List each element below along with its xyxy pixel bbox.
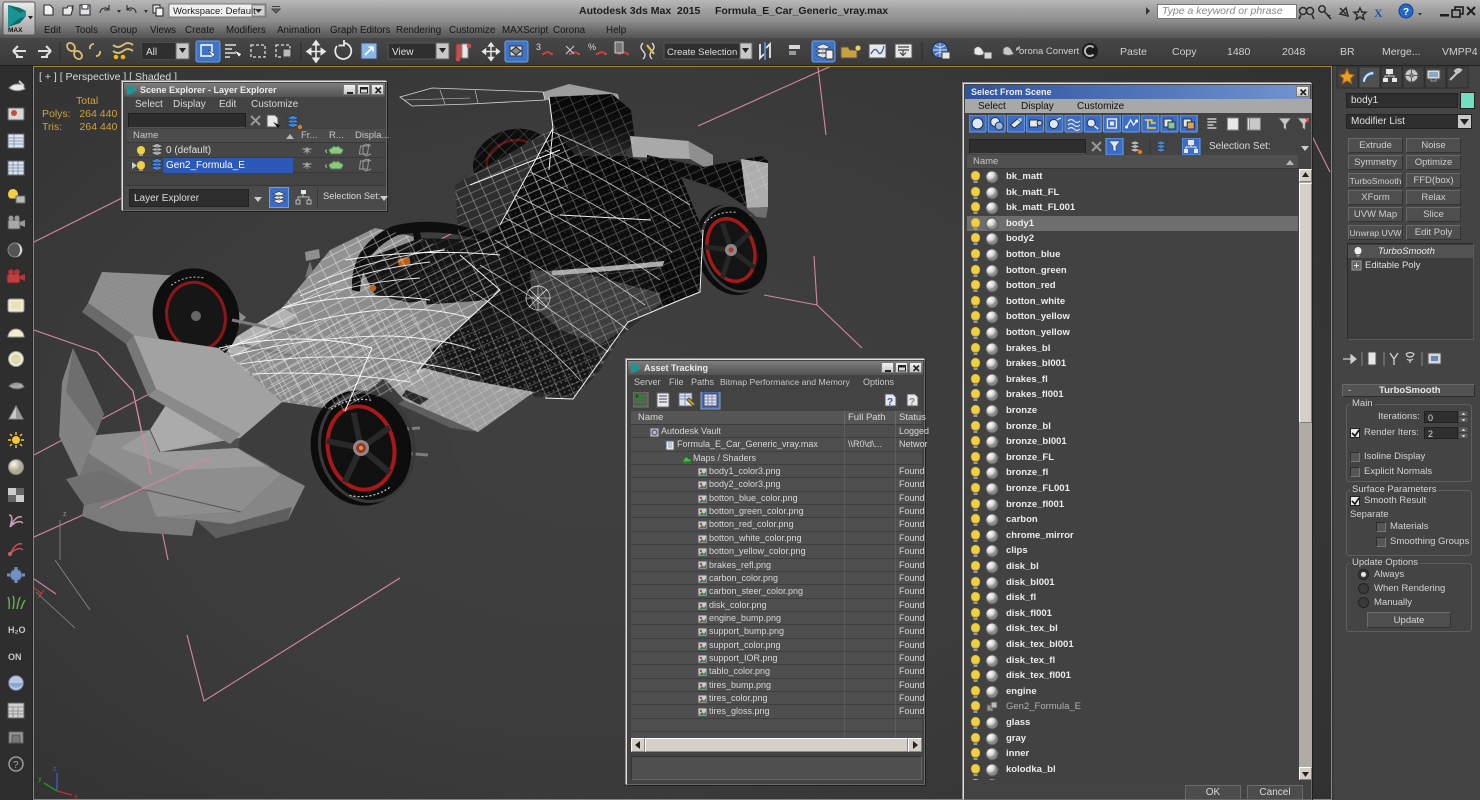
svg-text:?: ?: [1403, 7, 1409, 18]
svg-text:y: y: [38, 774, 42, 783]
svg-text:H₂O: H₂O: [8, 625, 26, 635]
svg-text:?: ?: [13, 760, 19, 771]
svg-text:View: View: [392, 47, 414, 58]
svg-text:Create Selection Se: Create Selection Se: [667, 47, 752, 58]
svg-text:MAX: MAX: [8, 27, 23, 34]
svg-text:z: z: [63, 511, 67, 518]
svg-text:X: X: [1374, 6, 1383, 20]
svg-text:ON: ON: [8, 652, 22, 662]
svg-text:x: x: [74, 792, 78, 799]
svg-text:?: ?: [909, 397, 915, 408]
svg-text:3: 3: [536, 42, 541, 52]
svg-text:?: ?: [887, 397, 893, 408]
svg-text:%: %: [588, 42, 596, 52]
svg-text:Workspace: Default: Workspace: Default: [173, 6, 256, 17]
svg-text:z: z: [53, 764, 57, 773]
svg-text:All: All: [146, 47, 157, 58]
